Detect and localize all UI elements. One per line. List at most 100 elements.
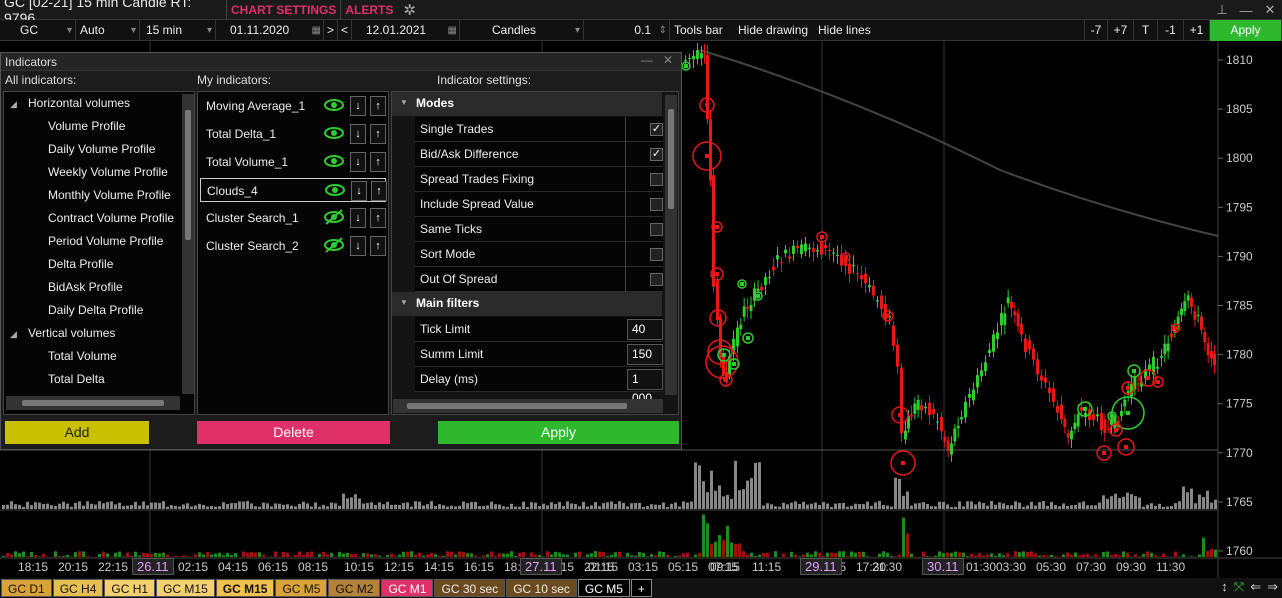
move-up-button[interactable]: ↑ — [371, 181, 387, 201]
mode-checkbox[interactable]: ✓ — [650, 123, 663, 136]
date-from-field[interactable]: 01.11.2020 ▦ — [216, 20, 324, 41]
filter-value-input[interactable]: 150 — [627, 344, 663, 365]
my-indicator-row[interactable]: Cluster Search_1 ↓ ↑ — [200, 206, 386, 230]
hide-lines-button[interactable]: Hide lines — [814, 20, 878, 41]
symbol-select[interactable]: GC — [0, 20, 76, 41]
all-list-scrollbar[interactable] — [182, 94, 194, 394]
scroll-thumb[interactable] — [22, 400, 164, 406]
date-to-field[interactable]: 12.01.2021 ▦ — [352, 20, 460, 41]
my-indicator-row[interactable]: Total Volume_1 ↓ ↑ — [200, 150, 386, 174]
mode-checkbox[interactable] — [650, 198, 663, 211]
chart-settings-link[interactable]: CHART SETTINGS — [226, 0, 340, 20]
tree-group[interactable]: Horizontal volumes — [28, 96, 130, 110]
tree-item[interactable]: Monthly Volume Profile — [48, 188, 171, 202]
tree-item[interactable]: Daily Volume Profile — [48, 142, 155, 156]
calendar-icon[interactable]: ▦ — [448, 20, 457, 41]
tree-item[interactable]: Weekly Volume Profile — [48, 165, 168, 179]
scale-select[interactable]: Auto — [76, 20, 140, 41]
move-up-button[interactable]: ↑ — [370, 96, 386, 116]
next-button[interactable]: > — [324, 20, 338, 41]
pin-icon[interactable]: ⊥ — [1210, 2, 1234, 18]
tree-item[interactable]: Volume Profile — [48, 119, 125, 133]
chart-type-select[interactable]: Candles — [460, 20, 584, 41]
all-indicators-list[interactable]: ◢ Horizontal volumes Volume Profile Daily V… — [3, 91, 195, 415]
scroll-thumb[interactable] — [668, 109, 674, 209]
delete-button[interactable]: Delete — [197, 421, 390, 444]
panel-close-icon[interactable]: ✕ — [663, 53, 673, 67]
tree-item[interactable]: Delta Profile — [48, 257, 113, 271]
eye-icon[interactable] — [324, 125, 344, 141]
tree-group[interactable]: Vertical volumes — [28, 326, 115, 340]
tab-gc-m15-selected[interactable]: GC M15 — [215, 579, 275, 597]
tab-gc-30sec[interactable]: GC 30 sec — [434, 579, 506, 597]
tab-gc-m5[interactable]: GC M5 — [275, 579, 328, 597]
eye-icon[interactable] — [324, 153, 344, 169]
move-up-button[interactable]: ↑ — [370, 236, 386, 256]
move-up-button[interactable]: ↑ — [370, 208, 386, 228]
scroll-thumb[interactable] — [407, 403, 627, 409]
settings-hscrollbar[interactable] — [393, 399, 663, 413]
move-down-button[interactable]: ↓ — [350, 124, 366, 144]
expand-icon[interactable]: ⤧ — [1234, 579, 1244, 595]
move-down-button[interactable]: ↓ — [350, 96, 366, 116]
add-tab-button[interactable]: + — [630, 579, 652, 597]
plus7-button[interactable]: +7 — [1108, 20, 1134, 41]
calendar-icon[interactable]: ▦ — [312, 20, 321, 41]
move-down-button[interactable]: ↓ — [350, 152, 366, 172]
tree-item[interactable]: BidAsk Profile — [48, 280, 123, 294]
minus1-button[interactable]: -1 — [1158, 20, 1184, 41]
t-button[interactable]: T — [1134, 20, 1158, 41]
tab-gc-m5-active[interactable]: GC M5 — [577, 579, 630, 597]
tree-item[interactable]: Period Volume Profile — [48, 234, 163, 248]
tab-gc-m1[interactable]: GC M1 — [381, 579, 434, 597]
mode-checkbox[interactable] — [650, 248, 663, 261]
eye-icon[interactable] — [324, 97, 344, 113]
mode-checkbox[interactable]: ✓ — [650, 148, 663, 161]
eye-hidden-icon[interactable] — [324, 209, 344, 225]
mode-checkbox[interactable] — [650, 273, 663, 286]
tab-gc-d1[interactable]: GC D1 — [1, 579, 52, 597]
hide-drawing-button[interactable]: Hide drawing — [734, 20, 814, 41]
tree-item[interactable]: Daily Delta Profile — [48, 303, 143, 317]
tree-item[interactable]: Total Volume — [48, 349, 117, 363]
tab-gc-h1[interactable]: GC H1 — [104, 579, 156, 597]
tab-gc-m2[interactable]: GC M2 — [328, 579, 381, 597]
timeframe-select[interactable]: 15 min — [140, 20, 216, 41]
spinner-icon[interactable]: ⇕ — [659, 20, 667, 41]
add-button[interactable]: Add — [5, 421, 149, 444]
tools-bar-button[interactable]: Tools bar — [670, 20, 730, 41]
move-down-button[interactable]: ↓ — [351, 181, 367, 201]
my-indicator-row[interactable]: Moving Average_1 ↓ ↑ — [200, 94, 386, 118]
all-list-hscrollbar[interactable] — [6, 396, 180, 410]
filter-value-input[interactable]: 1 000 — [627, 369, 663, 405]
tree-item[interactable]: Contract Volume Profile — [48, 211, 174, 225]
mode-checkbox[interactable] — [650, 173, 663, 186]
my-indicator-row[interactable]: Clouds_4 ↓ ↑ — [200, 178, 387, 202]
scroll-thumb[interactable] — [185, 110, 191, 240]
scroll-left-icon[interactable]: ⇐ — [1250, 579, 1261, 595]
prev-button[interactable]: < — [338, 20, 352, 41]
tree-item[interactable]: Total Delta — [48, 372, 105, 386]
tick-size-field[interactable]: 0.1 ⇕ — [584, 20, 670, 41]
move-up-button[interactable]: ↑ — [370, 152, 386, 172]
tree-expand-icon[interactable]: ◢ — [10, 329, 17, 340]
tab-gc-m15[interactable]: GC M15 — [156, 579, 215, 597]
my-indicator-row[interactable]: Total Delta_1 ↓ ↑ — [200, 122, 386, 146]
vertical-resize-icon[interactable]: ↕ — [1221, 579, 1228, 595]
tab-gc-h4[interactable]: GC H4 — [52, 579, 104, 597]
my-indicator-row[interactable]: Cluster Search_2 ↓ ↑ — [200, 234, 386, 258]
move-down-button[interactable]: ↓ — [350, 236, 366, 256]
minus7-button[interactable]: -7 — [1084, 20, 1108, 41]
settings-scrollbar[interactable] — [665, 95, 677, 395]
apply-top-button[interactable]: Apply — [1210, 20, 1282, 41]
filter-value-input[interactable]: 40 — [627, 319, 663, 340]
move-up-button[interactable]: ↑ — [370, 124, 386, 144]
alerts-link[interactable]: ALERTS — [340, 0, 397, 20]
tab-gc-10sec[interactable]: GC 10 sec — [506, 579, 577, 597]
mode-checkbox[interactable] — [650, 223, 663, 236]
move-down-button[interactable]: ↓ — [350, 208, 366, 228]
plus1-button[interactable]: +1 — [1184, 20, 1210, 41]
main-filters-section[interactable]: Main filters — [392, 292, 662, 316]
modes-section[interactable]: Modes — [392, 92, 662, 116]
minimize-icon[interactable]: — — [1234, 3, 1258, 18]
